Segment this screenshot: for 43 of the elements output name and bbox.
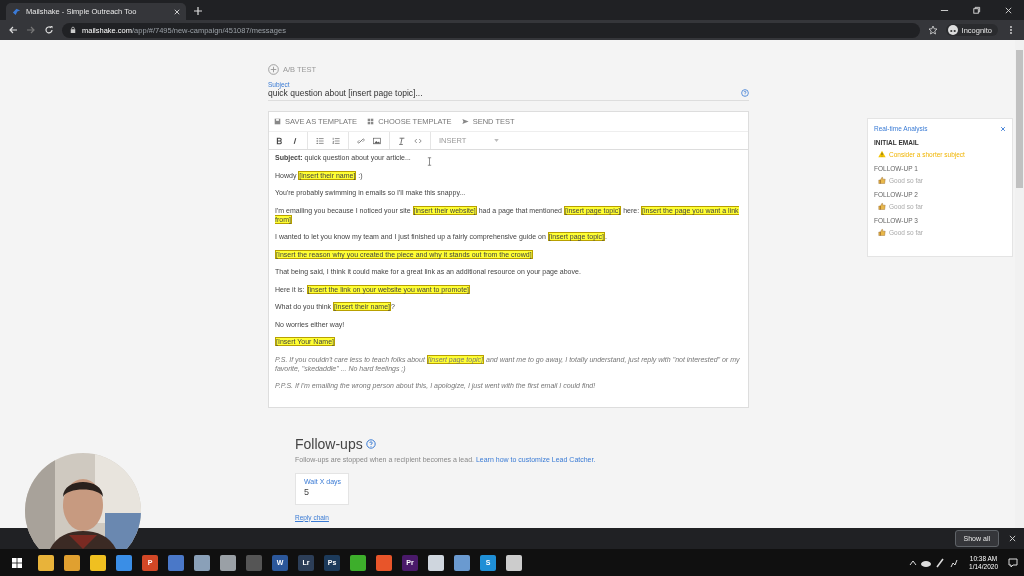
thumbs-up-icon [878,176,886,184]
taskbar-app[interactable] [116,554,132,571]
plus-icon[interactable] [194,7,202,15]
taskbar-app[interactable] [64,554,80,571]
grid-icon [367,118,375,125]
help-icon[interactable] [365,438,376,449]
caret-icon [494,139,500,142]
tray-icons-drawing[interactable] [909,557,960,568]
taskbar-app[interactable] [428,554,444,571]
numbered-list-icon[interactable] [332,136,340,145]
taskbar-app[interactable] [506,554,522,571]
taskbar-app[interactable] [350,554,366,571]
bold-icon[interactable] [275,136,283,145]
bullet-list-icon[interactable] [316,136,324,145]
save-icon [274,118,281,125]
restore-icon[interactable] [972,6,981,15]
taskbar-app[interactable] [90,554,106,571]
notification-icon[interactable] [1008,557,1018,568]
clear-format-icon[interactable] [398,136,406,145]
thumbs-up-icon [878,228,886,236]
thumbs-up-icon [878,202,886,210]
send-icon [461,118,469,125]
image-icon[interactable] [373,136,381,145]
lock-icon [70,26,76,34]
reload-icon[interactable] [44,25,54,35]
forward-icon[interactable] [26,25,36,35]
taskbar-app[interactable] [220,554,236,571]
taskbar-app[interactable] [454,554,470,571]
taskbar-app[interactable] [38,554,54,571]
section-title: Follow-ups [295,435,363,452]
star-icon[interactable] [927,25,938,35]
text-cursor-icon [427,157,432,166]
windows-start-icon[interactable] [12,557,22,568]
link-icon[interactable] [357,136,365,145]
incognito-icon [947,25,958,35]
taskbar-app[interactable] [194,554,210,571]
close-icon[interactable] [1009,535,1016,542]
plus-circle-icon [268,64,279,75]
back-icon[interactable] [8,25,18,35]
bird-icon [12,7,21,16]
scrollbar-thumb[interactable] [1016,50,1023,188]
warning-icon [878,150,886,158]
italic-icon[interactable] [291,136,299,145]
